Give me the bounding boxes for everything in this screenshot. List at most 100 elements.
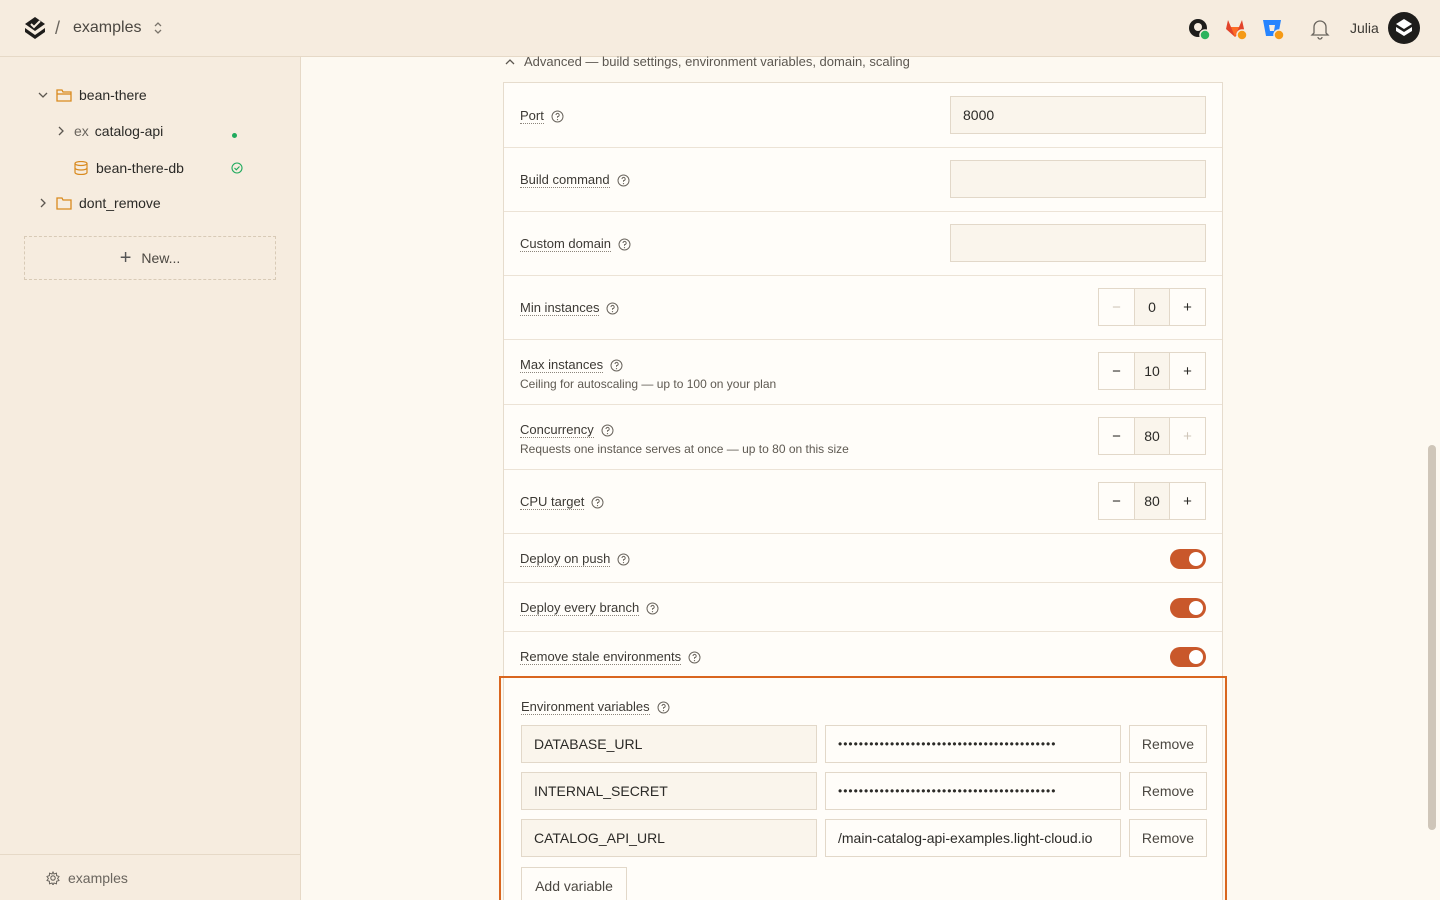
setting-label: Environment variables [521,699,670,715]
setting-row-port: Port 8000 [504,83,1222,148]
remove-stale-toggle[interactable] [1170,647,1206,667]
cpu-target-value[interactable]: 80 [1134,483,1170,519]
footer-label: examples [68,869,128,886]
plus-icon: + [119,246,132,269]
min-instances-label: Min instances [520,300,600,316]
setting-row-deploy-on-push: Deploy on push [504,534,1222,583]
deploy-on-push-label: Deploy on push [520,551,611,567]
env-value-input[interactable]: ••••••••••••••••••••••••••••••••••••••••… [825,725,1121,763]
chevron-right-icon[interactable] [56,126,66,136]
env-key-input[interactable]: DATABASE_URL [521,725,817,763]
help-icon[interactable] [657,701,670,714]
setting-row-build-command: Build command [504,148,1222,212]
help-icon[interactable] [606,302,619,315]
env-key-input[interactable]: CATALOG_API_URL [521,819,817,857]
env-value-input[interactable]: ••••••••••••••••••••••••••••••••••••••••… [825,772,1121,810]
tree-item-catalog-api[interactable]: ex catalog-api [56,123,163,139]
sidebar-footer[interactable]: examples [0,854,300,900]
custom-domain-input[interactable] [950,224,1206,262]
breadcrumb-project[interactable]: examples [73,19,141,37]
max-instances-label: Max instances [520,357,604,373]
chevron-down-icon[interactable] [38,90,48,100]
gear-icon [46,870,60,885]
remove-stale-label: Remove stale environments [520,649,682,665]
setting-label: Build command [520,172,630,188]
chevron-right-icon[interactable] [38,198,48,208]
concurrency-value[interactable]: 80 [1134,418,1170,454]
help-icon[interactable] [610,359,623,372]
increment-button[interactable]: + [1170,353,1205,389]
chevron-up-down-icon[interactable] [152,20,164,36]
status-dot [232,133,237,138]
max-instances-value[interactable]: 10 [1134,353,1170,389]
max-instances-stepper: − 10 + [1098,352,1206,390]
decrement-button[interactable]: − [1099,353,1134,389]
setting-label: Max instances [520,357,623,373]
cpu-target-label: CPU target [520,494,585,510]
remove-button[interactable]: Remove [1129,725,1207,763]
decrement-button[interactable]: − [1099,483,1134,519]
env-row: CATALOG_API_URL /main-catalog-api-exampl… [521,819,1207,857]
scrollbar[interactable] [1428,445,1436,830]
setting-label: Custom domain [520,236,631,252]
help-icon[interactable] [591,496,604,509]
setting-label: Min instances [520,300,619,316]
decrement-button[interactable]: − [1099,418,1134,454]
folder-icon [56,197,72,210]
env-row: INTERNAL_SECRET ••••••••••••••••••••••••… [521,772,1207,810]
env-variables-section: Environment variables DATABASE_URL •••••… [499,676,1227,900]
env-value-input[interactable]: /main-catalog-api-examples.light-cloud.i… [825,819,1121,857]
new-button[interactable]: + New... [24,236,276,280]
avatar[interactable] [1388,12,1420,44]
setting-row-custom-domain: Custom domain [504,212,1222,276]
setting-row-deploy-every-branch: Deploy every branch [504,583,1222,632]
tree-item-bean-there[interactable]: bean-there [38,87,147,103]
setting-label: CPU target [520,494,604,510]
bell-icon[interactable] [1308,17,1332,41]
build-command-input[interactable] [950,160,1206,198]
increment-button[interactable]: + [1170,418,1205,454]
setting-label: Deploy on push [520,551,630,567]
concurrency-stepper: − 80 + [1098,417,1206,455]
env-key-input[interactable]: INTERNAL_SECRET [521,772,817,810]
gitlab-icon[interactable] [1224,17,1248,41]
github-icon[interactable] [1187,17,1211,41]
env-row: DATABASE_URL •••••••••••••••••••••••••••… [521,725,1207,763]
decrement-button[interactable]: − [1099,289,1134,325]
custom-domain-label: Custom domain [520,236,612,252]
help-icon[interactable] [601,424,614,437]
tree-item-bean-there-db[interactable]: bean-there-db [73,160,184,176]
advanced-section-header[interactable]: Advanced — build settings, environment v… [504,54,910,69]
help-icon[interactable] [618,238,631,251]
deploy-every-branch-label: Deploy every branch [520,600,640,616]
setting-label: Concurrency [520,422,614,438]
remove-button[interactable]: Remove [1129,772,1207,810]
min-instances-stepper: − 0 + [1098,288,1206,326]
user-name[interactable]: Julia [1350,20,1379,36]
remove-button[interactable]: Remove [1129,819,1207,857]
setting-row-max-instances: Max instances Ceiling for autoscaling — … [504,340,1222,405]
port-input[interactable]: 8000 [950,96,1206,134]
bitbucket-icon[interactable] [1261,17,1285,41]
tree-item-dont-remove[interactable]: dont_remove [38,195,161,211]
deploy-every-branch-toggle[interactable] [1170,598,1206,618]
new-button-label: New... [141,250,181,266]
increment-button[interactable]: + [1170,483,1205,519]
help-icon[interactable] [551,110,564,123]
main-content: Advanced — build settings, environment v… [301,54,1440,900]
deploy-on-push-toggle[interactable] [1170,549,1206,569]
logo-icon[interactable] [22,15,48,41]
max-instances-hint: Ceiling for autoscaling — up to 100 on y… [520,377,777,391]
build-command-label: Build command [520,172,610,188]
add-variable-button[interactable]: Add variable [521,867,627,900]
help-icon[interactable] [688,651,701,664]
avatar-logo-icon [1396,19,1412,36]
help-icon[interactable] [617,174,630,187]
increment-button[interactable]: + [1170,289,1205,325]
help-icon[interactable] [617,553,630,566]
database-icon [74,161,88,175]
service-prefix-icon: ex [74,123,89,139]
help-icon[interactable] [646,602,659,615]
min-instances-value[interactable]: 0 [1134,289,1170,325]
tree-item-label: catalog-api [94,123,164,139]
